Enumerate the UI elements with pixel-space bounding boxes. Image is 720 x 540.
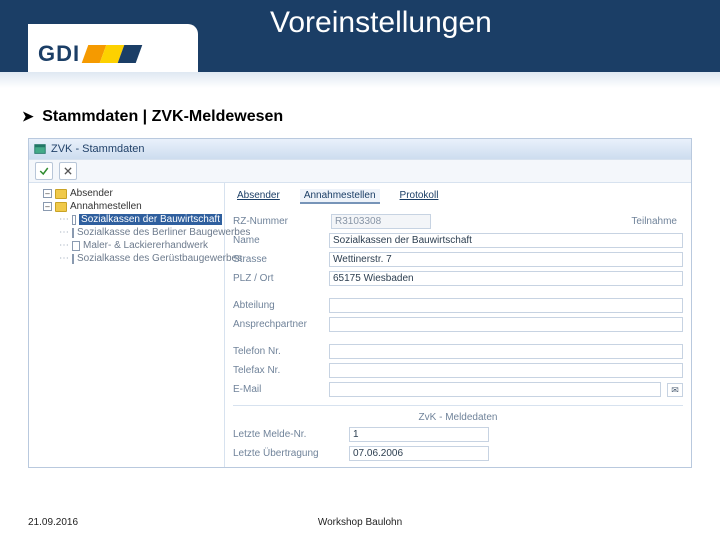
uebertrag-label: Letzte Übertragung: [233, 448, 343, 459]
window-titlebar: ZVK - Stammdaten: [29, 139, 691, 159]
collapse-icon[interactable]: –: [43, 202, 52, 211]
collapse-icon[interactable]: –: [43, 189, 52, 198]
email-field[interactable]: [329, 382, 661, 397]
tel-label: Telefon Nr.: [233, 346, 323, 357]
rz-field: [331, 214, 431, 229]
window-title: ZVK - Stammdaten: [51, 143, 145, 155]
strasse-field[interactable]: [329, 252, 683, 267]
rz-label: RZ-Nummer: [233, 216, 323, 227]
fax-label: Telefax Nr.: [233, 365, 323, 376]
meldenr-field[interactable]: [349, 427, 489, 442]
abteilung-field[interactable]: [329, 298, 683, 313]
slide-title: Voreinstellungen: [270, 6, 492, 40]
footer-center: Workshop Baulohn: [318, 517, 402, 528]
tab-bar: Absender Annahmestellen Protokoll: [233, 189, 683, 204]
uebertrag-field[interactable]: [349, 446, 489, 461]
fax-field[interactable]: [329, 363, 683, 378]
form-panel: Absender Annahmestellen Protokoll RZ-Num…: [225, 183, 691, 467]
section-heading: ➤ Stammdaten | ZVK-Meldewesen: [22, 108, 283, 126]
tree-annahmestellen[interactable]: – Annahmestellen: [43, 200, 222, 213]
meldedaten-header: ZvK - Meldedaten: [233, 412, 683, 423]
window-icon: [33, 142, 47, 156]
logo-text: GDI: [38, 41, 80, 67]
ansprech-label: Ansprechpartner: [233, 319, 323, 330]
tab-protokoll[interactable]: Protokoll: [396, 189, 443, 204]
gdi-logo: GDI: [38, 41, 139, 67]
ansprech-field[interactable]: [329, 317, 683, 332]
tree-item[interactable]: ⋯Sozialkassen der Bauwirtschaft: [55, 213, 222, 226]
abteilung-label: Abteilung: [233, 300, 323, 311]
strasse-label: Strasse: [233, 254, 323, 265]
tel-field[interactable]: [329, 344, 683, 359]
doc-icon: [72, 228, 74, 238]
header-gradient: [0, 72, 720, 88]
cancel-button[interactable]: [59, 162, 77, 180]
confirm-button[interactable]: [35, 162, 53, 180]
plz-label: PLZ / Ort: [233, 273, 323, 284]
doc-icon: [72, 241, 80, 251]
slide-footer: 21.09.2016 Workshop Baulohn: [28, 517, 692, 528]
logo-stripes: [85, 45, 139, 63]
doc-icon: [72, 215, 76, 225]
name-label: Name: [233, 235, 323, 246]
divider: [233, 405, 683, 406]
section-text: Stammdaten | ZVK-Meldewesen: [42, 108, 283, 125]
doc-icon: [72, 254, 74, 264]
email-picker-button[interactable]: ✉: [667, 383, 683, 397]
window-toolbar: [29, 159, 691, 183]
meldenr-label: Letzte Melde-Nr.: [233, 429, 343, 440]
zvk-window: ZVK - Stammdaten – Absender – Annahmeste…: [28, 138, 692, 468]
footer-date: 21.09.2016: [28, 517, 78, 528]
name-field[interactable]: [329, 233, 683, 248]
tree-item[interactable]: ⋯Sozialkasse des Berliner Baugewerbes: [55, 226, 222, 239]
teilnahme-label: Teilnahme: [631, 216, 677, 227]
nav-tree[interactable]: – Absender – Annahmestellen ⋯Sozialkasse…: [29, 183, 225, 467]
tree-item[interactable]: ⋯Maler- & Lackiererhandwerk: [55, 239, 222, 252]
email-label: E-Mail: [233, 384, 323, 395]
tree-absender[interactable]: – Absender: [43, 187, 222, 200]
folder-icon: [55, 202, 67, 212]
tab-annahmestellen[interactable]: Annahmestellen: [300, 189, 380, 204]
tree-item[interactable]: ⋯Sozialkasse des Gerüstbaugewerbes: [55, 252, 222, 265]
tab-absender[interactable]: Absender: [233, 189, 284, 204]
plz-field[interactable]: [329, 271, 683, 286]
section-arrow-icon: ➤: [22, 108, 34, 124]
folder-icon: [55, 189, 67, 199]
